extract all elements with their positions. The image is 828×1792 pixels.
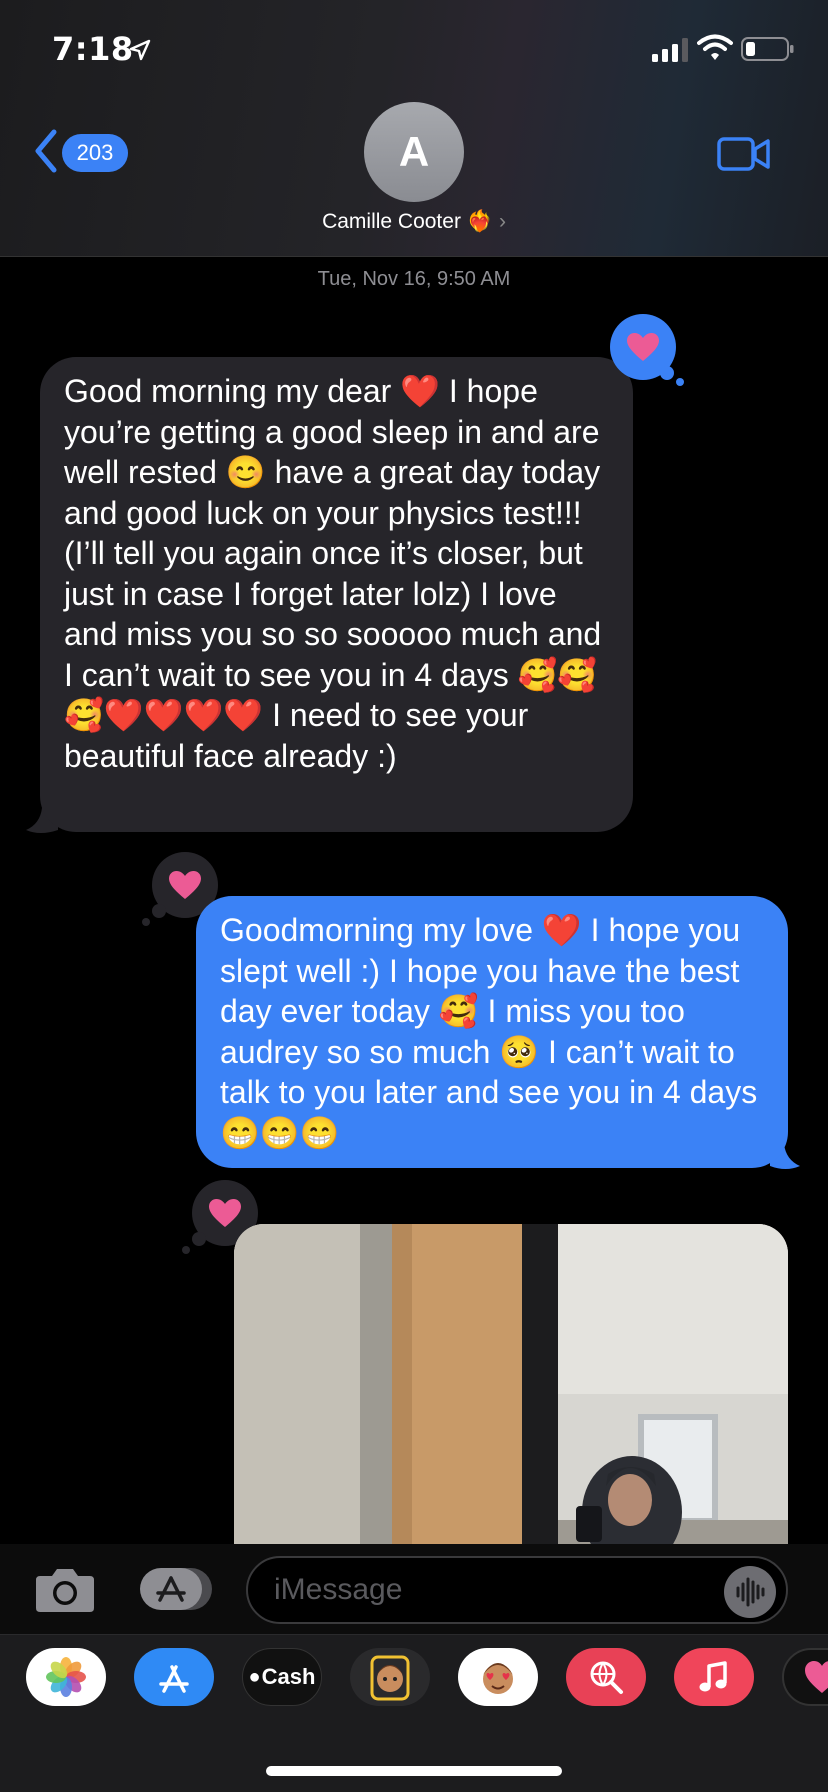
drawer-app-photos[interactable] — [26, 1648, 106, 1706]
message-input[interactable]: iMessage — [246, 1556, 788, 1624]
message-timestamp: Tue, Nov 16, 9:50 AM — [317, 268, 511, 290]
contact-name-button[interactable]: Camille Cooter ❤️‍🔥 › — [0, 210, 828, 234]
drawer-app-store[interactable] — [134, 1648, 214, 1706]
heart-icon — [169, 871, 201, 899]
memoji-icon — [370, 1655, 410, 1701]
facetime-video-icon[interactable] — [716, 134, 772, 174]
tapback-tail-dot — [660, 366, 674, 380]
back-unread-count-badge[interactable]: 203 — [62, 134, 128, 172]
camera-icon[interactable] — [34, 1564, 96, 1614]
cellular-signal-icon — [652, 38, 688, 62]
app-store-icon — [159, 1665, 189, 1693]
drawer-music[interactable] — [674, 1648, 754, 1706]
heart-icon — [209, 1199, 241, 1227]
globe-search-icon — [590, 1661, 623, 1694]
mirror-selfie-photo — [234, 1224, 788, 1544]
battery-icon — [741, 37, 794, 61]
status-time: 7:18 — [52, 30, 134, 68]
tapback-tail-dot — [152, 904, 166, 918]
contact-name: Camille Cooter ❤️‍🔥 — [322, 210, 493, 233]
audio-message-icon[interactable] — [724, 1566, 776, 1618]
photo-message[interactable] — [234, 1224, 788, 1544]
outgoing-message-bubble[interactable]: Goodmorning my love ❤️ I hope you slept … — [196, 896, 788, 1168]
contact-avatar[interactable]: A — [364, 102, 464, 202]
heart-sticker-icon — [805, 1661, 828, 1693]
drawer-memoji-stickers[interactable] — [458, 1648, 538, 1706]
back-chevron-icon[interactable] — [32, 128, 60, 174]
incoming-message-bubble[interactable]: Good morning my dear ❤️ I hope you’re ge… — [40, 357, 633, 832]
contact-chevron-icon: › — [498, 210, 506, 233]
location-arrow-icon — [129, 39, 151, 61]
apple-logo-icon: ● — [248, 1665, 261, 1688]
apple-cash-label: Cash — [261, 1664, 316, 1689]
music-note-icon — [699, 1661, 727, 1692]
drawer-memoji[interactable] — [350, 1648, 430, 1706]
wifi-icon — [697, 34, 733, 60]
heart-icon — [627, 333, 659, 361]
tapback-tail-dot — [142, 918, 150, 926]
app-store-apps-icon[interactable] — [138, 1566, 214, 1612]
drawer-image-search[interactable] — [566, 1648, 646, 1706]
home-indicator — [266, 1766, 562, 1776]
memoji-stickers-icon — [483, 1663, 513, 1694]
drawer-apple-cash[interactable]: ● Cash — [242, 1648, 322, 1706]
photos-icon — [46, 1657, 86, 1697]
tapback-tail-dot — [676, 378, 684, 386]
tapback-tail-dot — [192, 1232, 206, 1246]
tapback-tail-dot — [182, 1246, 190, 1254]
